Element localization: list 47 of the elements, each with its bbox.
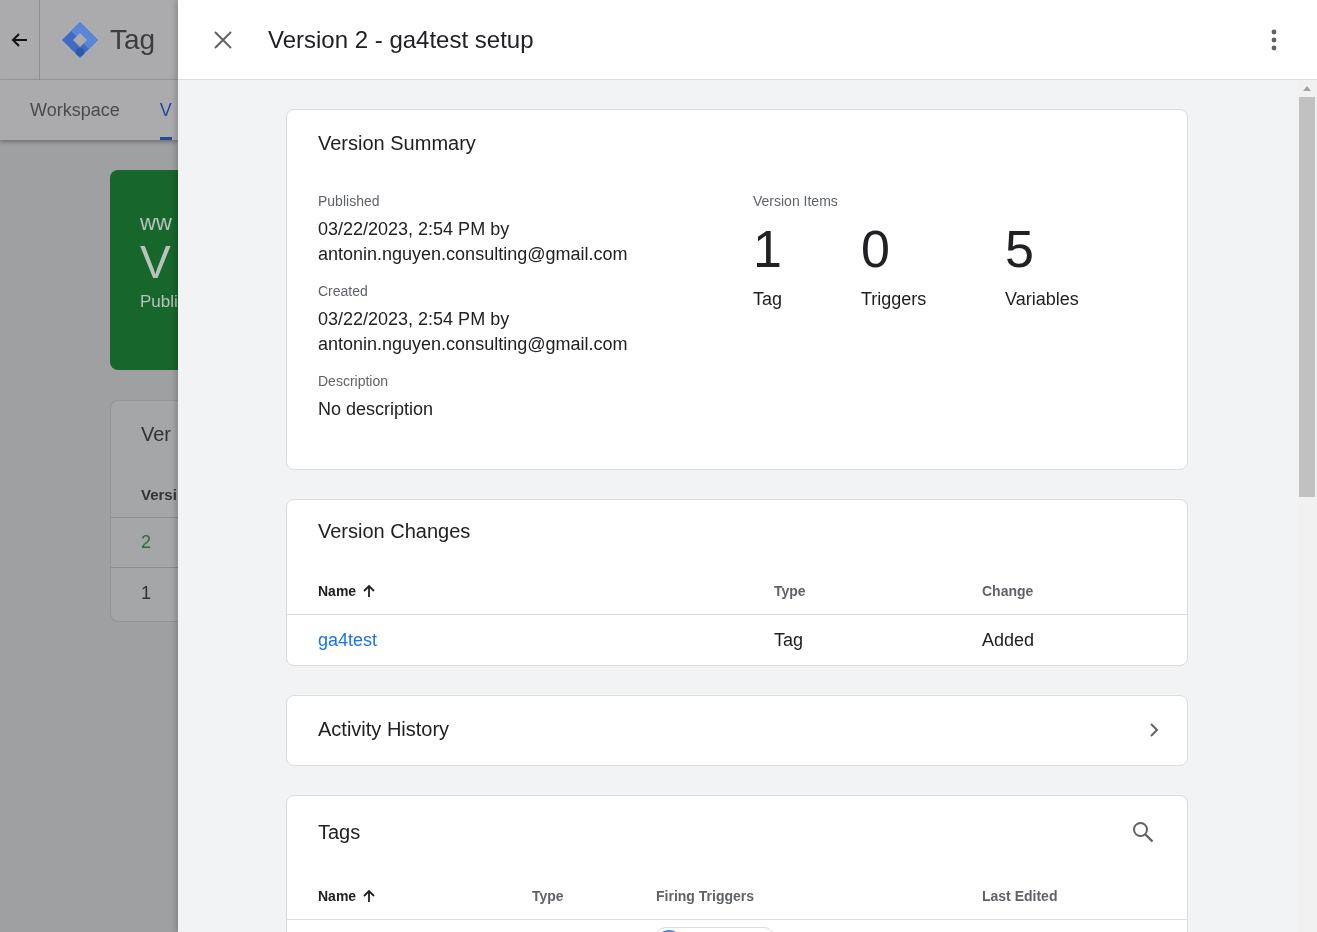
field-label: Description (318, 373, 390, 389)
version-number: 2 (141, 532, 151, 553)
app-title: Tag (110, 23, 156, 56)
table-cell-text: Added (982, 629, 1036, 651)
sort-arrow-icon (362, 583, 377, 598)
activity-card[interactable]: Activity History (286, 695, 1188, 766)
card-title: Tags (318, 820, 361, 844)
published-label: Publi (140, 292, 178, 312)
card-title: Ver (140, 422, 173, 446)
column-header[interactable]: Type (532, 887, 656, 904)
field-label: Created (318, 283, 369, 299)
version-heading: V (140, 236, 172, 288)
card-title: Activity History (318, 718, 450, 741)
close-icon (212, 28, 234, 51)
container-url: ww (140, 210, 173, 236)
nav-tab[interactable]: V (159, 100, 172, 140)
more-vertical-icon (1271, 28, 1277, 51)
table-cell-text: Tag (774, 629, 805, 651)
item-count: 5 (1005, 221, 1035, 277)
item-count: 1 (753, 221, 783, 277)
item-label: Tag (753, 289, 784, 310)
column-header[interactable]: Firing Triggers (656, 887, 982, 904)
field-label: Published (318, 193, 381, 209)
item-label: Triggers (861, 289, 928, 310)
change-name-link[interactable]: ga4test (318, 629, 378, 651)
card-title: Version Changes (318, 520, 471, 543)
sort-arrow-icon (362, 888, 377, 903)
panel-title: Version 2 - ga4test setup (268, 25, 535, 54)
scrollbar[interactable] (1297, 80, 1317, 932)
item-count: 0 (861, 221, 891, 277)
field-value: 03/22/2023, 2:54 PM by antonin.nguyen.consulting@gmail.com (318, 308, 629, 356)
back-arrow-icon (10, 30, 29, 49)
diamond-logo-icon (60, 19, 100, 60)
field-value: No description (318, 398, 435, 421)
item-label: Variables (1005, 289, 1080, 310)
chevron-right-icon (1149, 721, 1159, 738)
column-header[interactable]: Type (774, 582, 982, 599)
column-header[interactable]: Name (318, 887, 532, 904)
column-header[interactable]: Last Edited (982, 887, 1156, 904)
card-title: Version Summary (318, 132, 477, 155)
field-label: Version Items (753, 193, 839, 209)
version-number: 1 (141, 582, 151, 604)
column-header[interactable]: Change (982, 582, 1156, 599)
column-header[interactable]: Name (318, 582, 774, 599)
field-value: 03/22/2023, 2:54 PM by antonin.nguyen.consulting@gmail.com (318, 218, 629, 266)
search-icon (1131, 820, 1155, 844)
nav-tab[interactable]: Workspace (30, 100, 120, 140)
